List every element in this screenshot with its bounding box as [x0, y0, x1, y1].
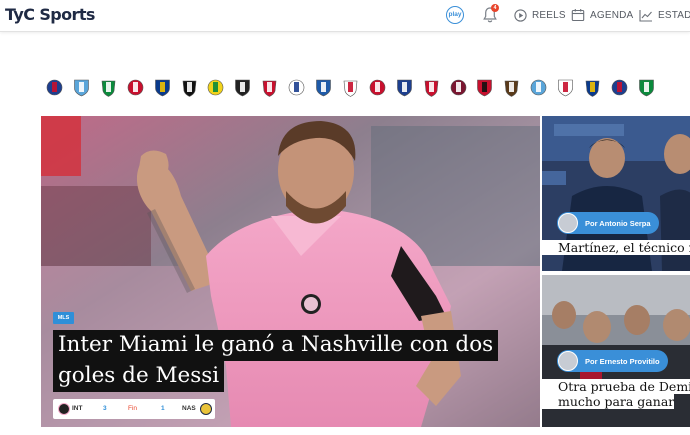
- team-crest-icon[interactable]: Independiente: [369, 78, 386, 97]
- team-crest-icon[interactable]: Banfield: [100, 78, 117, 97]
- team-crest-icon[interactable]: San Lorenzo 2: [611, 78, 628, 97]
- play-icon[interactable]: play: [446, 6, 464, 24]
- home-team-crest: [58, 403, 70, 415]
- score-widget[interactable]: INT 3 Fin 1 NAS: [53, 399, 215, 419]
- nav-reels[interactable]: REELS: [514, 0, 566, 30]
- play-label: play: [448, 10, 462, 18]
- nav-agenda-label: AGENDA: [590, 9, 634, 21]
- home-team-code: INT: [72, 405, 83, 412]
- team-crest-icon[interactable]: Sarmiento: [638, 78, 655, 97]
- side-article-1[interactable]: Por Antonio Serpa Martínez, el técnico m…: [542, 116, 690, 271]
- hero-headline-line2[interactable]: goles de Messi: [53, 361, 225, 392]
- team-crest-icon[interactable]: Estudiantes: [261, 78, 278, 97]
- side-article-2[interactable]: Por Ernesto Provitilo Otra prueba de Dem…: [542, 275, 690, 427]
- nav-estadisticas[interactable]: ESTADÍS: [639, 0, 690, 30]
- team-crest-icon[interactable]: Rosario Central: [584, 78, 601, 97]
- team-crest-icon[interactable]: San Lorenzo: [46, 78, 63, 97]
- category-badge[interactable]: MLS: [53, 312, 74, 324]
- teams-bar: San Lorenzo Atlético Tucumán Banfield Barra…: [42, 76, 690, 100]
- notification-badge: 4: [491, 4, 499, 12]
- away-team-code: NAS: [182, 405, 196, 412]
- play-circle-icon: [514, 8, 527, 22]
- author-tag[interactable]: Por Antonio Serpa: [557, 212, 659, 234]
- nav-agenda[interactable]: AGENDA: [571, 0, 633, 30]
- team-crest-icon[interactable]: Deportivo Riestra: [234, 78, 251, 97]
- team-crest-icon[interactable]: Platense: [503, 78, 520, 97]
- team-crest-icon[interactable]: Barracas Central: [127, 78, 144, 97]
- team-crest-icon[interactable]: Godoy Cruz: [315, 78, 332, 97]
- team-crest-icon[interactable]: Boca Juniors: [154, 78, 171, 97]
- team-crest-icon[interactable]: Independiente Rivadavia: [396, 78, 413, 97]
- match-status: Fin: [128, 405, 138, 412]
- team-crest-icon[interactable]: Defensa y Justicia: [207, 78, 224, 97]
- team-crest-icon[interactable]: Newell's: [476, 78, 493, 97]
- team-crest-icon[interactable]: Huracán: [342, 78, 359, 97]
- side-article-1-title[interactable]: Martínez, el técnico más: [542, 240, 690, 255]
- home-goals: 3: [103, 405, 107, 412]
- nav-reels-label: REELS: [532, 9, 566, 21]
- nav-estadisticas-label: ESTADÍS: [658, 9, 690, 21]
- side-article-2-title-line2[interactable]: mucho para ganar: [542, 394, 675, 409]
- top-header: TyC Sports play 4 REELS AGENDA ESTADÍS: [0, 0, 690, 32]
- away-team-crest: [200, 403, 212, 415]
- team-crest-icon[interactable]: Gimnasia: [288, 78, 305, 97]
- team-crest-icon[interactable]: River Plate: [557, 78, 574, 97]
- author-name: Por Antonio Serpa: [585, 218, 651, 228]
- hero-headline-line1[interactable]: Inter Miami le ganó a Nashville con dos: [53, 330, 499, 361]
- author-tag[interactable]: Por Ernesto Provitilo: [557, 350, 668, 372]
- team-crest-icon[interactable]: Racing: [530, 78, 547, 97]
- side-article-2-title-line1[interactable]: Otra prueba de Demichel: [542, 379, 690, 394]
- stats-icon: [639, 9, 652, 22]
- calendar-icon: [571, 9, 585, 22]
- author-avatar: [558, 213, 578, 233]
- site-logo[interactable]: TyC Sports: [5, 5, 95, 24]
- team-crest-icon[interactable]: Central Córdoba: [181, 78, 198, 97]
- author-avatar: [558, 351, 578, 371]
- away-goals: 1: [161, 405, 165, 412]
- team-crest-icon[interactable]: Lanús: [450, 78, 467, 97]
- team-crest-icon[interactable]: Instituto: [423, 78, 440, 97]
- author-name: Por Ernesto Provitilo: [585, 356, 660, 366]
- team-crest-icon[interactable]: Atlético Tucumán: [73, 78, 90, 97]
